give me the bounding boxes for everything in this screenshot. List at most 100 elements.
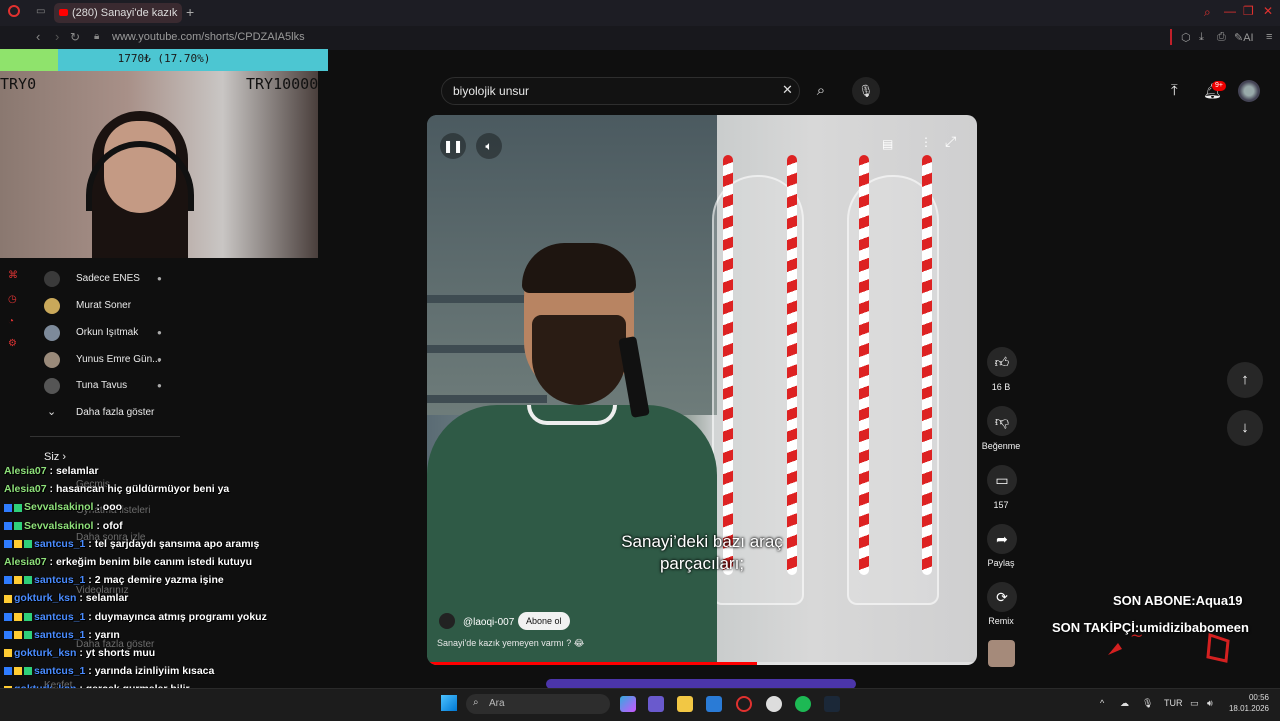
channel-name[interactable]: @laoqi-007: [463, 617, 514, 628]
download-icon[interactable]: ⤓: [1199, 31, 1204, 44]
chat-text: : selamlar: [76, 592, 129, 605]
sidebar-settings-icon[interactable]: ⚙: [8, 338, 17, 349]
chat-badge-icon: [14, 521, 22, 530]
sidebar-sub-item[interactable]: Yunus Emre Gün... ●: [44, 349, 204, 375]
tab-manager-icon[interactable]: ▭: [36, 6, 45, 17]
sidebar-sub-item[interactable]: Sadece ENES ●: [44, 268, 204, 294]
share-button[interactable]: ➦: [987, 524, 1017, 554]
like-button[interactable]: 👍︎: [987, 347, 1017, 377]
like-count: 16 B: [991, 382, 1011, 392]
snapshot-icon[interactable]: ⎙: [1217, 31, 1226, 44]
mic-tray-icon[interactable]: 🎙︎: [1142, 698, 1153, 709]
subscribe-button[interactable]: Abone ol: [518, 612, 570, 630]
url-field[interactable]: www.youtube.com/shorts/CPDZAIA5lks: [112, 31, 305, 43]
search-button[interactable]: ⌕: [806, 77, 836, 105]
forward-button[interactable]: ›: [55, 29, 59, 44]
shorts-video-player[interactable]: ❚❚ 🔈︎ ▤ ⋮ ⤢ Sanayi’deki bazı araç parçac…: [427, 115, 977, 665]
cloud-icon[interactable]: ☁: [1120, 698, 1129, 709]
search-input[interactable]: biyolojik unsur: [453, 84, 529, 98]
chat-badge-icon: [24, 631, 32, 640]
webcam-overlay: [0, 71, 318, 258]
sound-thumbnail[interactable]: [988, 640, 1015, 667]
tab-title: (280) Sanayi'de kazık: [72, 7, 178, 19]
reload-button[interactable]: ↻: [70, 30, 80, 44]
menu-icon[interactable]: ≡: [1266, 31, 1272, 43]
comments-button[interactable]: ▭: [987, 465, 1017, 495]
steam-icon[interactable]: [824, 696, 840, 712]
teams-icon[interactable]: [648, 696, 664, 712]
vscode-icon[interactable]: [706, 696, 722, 712]
maximize-button[interactable]: ❐: [1243, 4, 1254, 18]
sidebar-subs-icon[interactable]: ◔: [8, 316, 14, 327]
lock-icon: 🔒︎: [94, 31, 100, 42]
tab-youtube[interactable]: (280) Sanayi'de kazık: [54, 3, 182, 23]
chat-message: santcus_1 : tel şarjdaydı şansıma apo ar…: [4, 538, 259, 550]
you-section[interactable]: Siz ›: [44, 451, 66, 463]
chat-badge-icon: [14, 540, 22, 549]
sub-name: Tuna Tavus: [76, 380, 128, 391]
chat-username: Sevvalsakinol: [24, 501, 94, 514]
remix-button[interactable]: ⟳: [987, 582, 1017, 612]
video-description[interactable]: Sanayi'de kazık yemeyen varmı ? 😂: [437, 638, 584, 649]
chat-text: : yt shorts muu: [76, 647, 156, 659]
video-shelf: [427, 395, 547, 403]
new-tab-button[interactable]: +: [186, 4, 194, 20]
minimize-button[interactable]: —: [1224, 4, 1236, 18]
new-dot-icon: ●: [157, 381, 162, 390]
language-indicator[interactable]: TUR: [1164, 698, 1183, 708]
network-icon[interactable]: ▭: [1190, 698, 1199, 709]
tray-chevron-icon[interactable]: ^: [1100, 698, 1104, 708]
dislike-button[interactable]: 👎︎: [987, 406, 1017, 436]
aria-ai-icon[interactable]: ✎AI: [1234, 31, 1254, 44]
voice-search-button[interactable]: 🎙︎: [852, 77, 880, 105]
extensions-icon[interactable]: ⬡: [1181, 31, 1191, 44]
sidebar-sub-item[interactable]: Tuna Tavus ●: [44, 375, 204, 401]
sidebar-sub-item[interactable]: Orkun Işıtmak ●: [44, 322, 204, 348]
volume-tray-icon[interactable]: 🔊︎: [1207, 698, 1213, 709]
taskbar-search[interactable]: [466, 694, 610, 714]
start-button[interactable]: [441, 695, 457, 711]
upload-icon[interactable]: ⤒: [1171, 82, 1178, 99]
sub-name: Murat Soner: [76, 300, 132, 311]
chat-username: Sevvalsakinol: [24, 519, 94, 532]
video-ribbon: [787, 155, 797, 575]
chat-username: santcus_1: [34, 574, 86, 587]
show-more-button[interactable]: ⌄ Daha fazla göster: [44, 402, 204, 428]
caption-line: Sanayi’deki bazı araç: [621, 532, 783, 551]
previous-video-button[interactable]: ↑: [1227, 362, 1263, 398]
donation-max: TRY10000: [246, 75, 319, 93]
copilot-icon[interactable]: [620, 696, 636, 712]
opera-logo-icon[interactable]: [8, 5, 20, 17]
dislike-label: Beğenme: [981, 441, 1021, 451]
volume-button[interactable]: 🔈︎: [476, 133, 502, 159]
chat-username: santcus_1: [34, 610, 86, 623]
chat-text: : yarında izinliyiim kısaca: [85, 665, 215, 678]
chat-badge-icon: [14, 612, 22, 621]
chat-text: : 2 maç demire yazma işine: [85, 574, 224, 587]
pause-button[interactable]: ❚❚: [440, 133, 466, 159]
more-options-icon[interactable]: ⋮: [920, 135, 932, 149]
video-person-hair: [522, 243, 636, 293]
fullscreen-icon[interactable]: ⤢: [945, 133, 956, 150]
captions-icon[interactable]: ▤: [882, 137, 893, 151]
next-video-button[interactable]: ↓: [1227, 410, 1263, 446]
obs-icon[interactable]: [766, 696, 782, 712]
account-avatar[interactable]: [1238, 80, 1260, 102]
sidebar-shorts-icon[interactable]: ⌘: [8, 270, 18, 281]
back-button[interactable]: ‹: [36, 29, 40, 44]
spotify-icon[interactable]: [795, 696, 811, 712]
opera-gx-taskbar-icon[interactable]: [736, 696, 752, 712]
file-explorer-icon[interactable]: [677, 696, 693, 712]
chat-username: santcus_1: [34, 665, 86, 678]
chat-badge-icon: [4, 540, 12, 549]
sidebar-sub-item[interactable]: Murat Soner: [44, 295, 204, 321]
share-label: Paylaş: [987, 558, 1015, 568]
channel-avatar[interactable]: [439, 613, 455, 629]
taskbar-clock[interactable]: 00:56 18.01.2026: [1227, 692, 1269, 714]
search-tabs-icon[interactable]: ⌕: [1204, 5, 1211, 20]
close-window-button[interactable]: ✕: [1263, 4, 1273, 18]
clear-search-icon[interactable]: ✕: [782, 82, 793, 98]
ai-label: AI: [1243, 32, 1254, 44]
sidebar-history-icon[interactable]: ◷: [8, 294, 17, 305]
clock-date: 18.01.2026: [1228, 704, 1269, 713]
